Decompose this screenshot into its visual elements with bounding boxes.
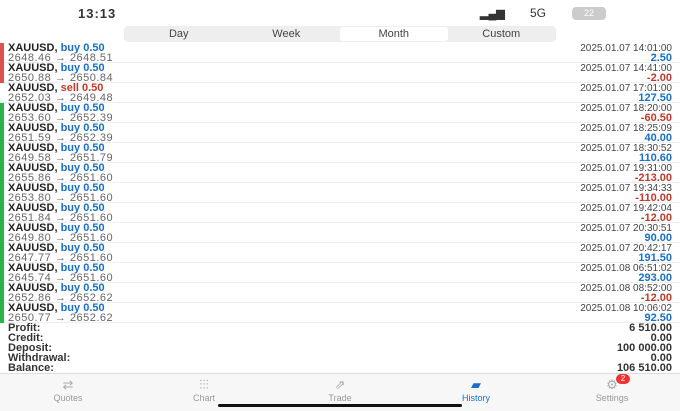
home-indicator (218, 404, 462, 407)
tab-label: Trade (328, 393, 352, 403)
deal-profit: -110.00 (635, 192, 672, 204)
period-week[interactable]: Week (233, 27, 341, 41)
tab-label: Settings (595, 393, 629, 403)
deal-row[interactable]: XAUUSD, buy 0.50 2651.59 → 2652.39 2025.… (0, 123, 680, 144)
summary-row: Balance: 106 510.00 (0, 362, 680, 374)
deal-profit: -213.00 (634, 172, 672, 184)
deal-indicator (0, 63, 4, 83)
period-custom[interactable]: Custom (448, 27, 556, 41)
summary-value: 106 510.00 (616, 362, 672, 374)
deal-row[interactable]: XAUUSD, buy 0.50 2649.80 → 2651.60 2025.… (0, 223, 680, 244)
summary-label: Balance: (8, 362, 54, 374)
deal-profit: 293.00 (638, 272, 672, 284)
deal-profit: -12.00 (640, 292, 672, 304)
tab-settings[interactable]: ⚙ 2 Settings (544, 374, 680, 411)
tab-quotes[interactable]: ⇄ Quotes (0, 374, 136, 411)
deal-profit: 110.60 (638, 152, 672, 164)
summary-row: Credit: 0.00 (0, 333, 680, 344)
deal-indicator (0, 263, 4, 283)
period-day[interactable]: Day (125, 27, 233, 41)
settings-icon: ⚙ (606, 377, 618, 392)
clock: 13:13 (78, 6, 117, 21)
deal-profit: 127.50 (638, 92, 672, 104)
chart-icon: ⫶⫶⫶ (199, 377, 209, 392)
summary-row: Deposit: 100 000.00 (0, 343, 680, 354)
quotes-icon: ⇄ (62, 377, 74, 392)
summary-row: Withdrawal: 0.00 (0, 353, 680, 364)
signal-icon: ▂▄▆ (480, 8, 505, 20)
deal-indicator (0, 103, 4, 123)
tab-label: History (461, 393, 490, 403)
notification-badge: 2 (616, 374, 630, 384)
deal-indicator (0, 163, 4, 183)
deal-profit: -2.00 (646, 72, 672, 84)
deal-indicator (0, 43, 4, 63)
deal-row[interactable]: XAUUSD, buy 0.50 2648.46 → 2648.51 2025.… (0, 43, 680, 64)
period-month[interactable]: Month (340, 27, 448, 41)
deal-profit: 191.50 (638, 252, 672, 264)
deal-profit: 40.00 (644, 132, 672, 144)
deal-row[interactable]: XAUUSD, buy 0.50 2651.84 → 2651.60 2025.… (0, 203, 680, 224)
deal-row[interactable]: XAUUSD, buy 0.50 2655.86 → 2651.60 2025.… (0, 163, 680, 184)
deal-profit: 2.50 (650, 52, 672, 64)
deal-row[interactable]: XAUUSD, buy 0.50 2649.58 → 2651.79 2025.… (0, 143, 680, 164)
deal-indicator (0, 203, 4, 223)
deal-row[interactable]: XAUUSD, buy 0.50 2650.88 → 2650.84 2025.… (0, 63, 680, 84)
deal-row[interactable]: XAUUSD, buy 0.50 2645.74 → 2651.60 2025.… (0, 263, 680, 284)
deal-indicator (0, 223, 4, 243)
deal-indicator (0, 143, 4, 163)
deal-list[interactable]: XAUUSD, buy 0.50 2648.46 → 2648.51 2025.… (0, 43, 680, 324)
deal-row[interactable]: XAUUSD, buy 0.50 2650.77 → 2652.62 2025.… (0, 303, 680, 324)
summary-row: Profit: 6 510.00 (0, 323, 680, 334)
network-type: 5G (530, 6, 547, 20)
deal-profit: 90.00 (644, 232, 672, 244)
deal-indicator (0, 303, 4, 323)
deal-indicator (0, 283, 4, 303)
status-bar: 13:13 ▂▄▆ 5G 22 (0, 0, 680, 26)
deal-row[interactable]: XAUUSD, buy 0.50 2653.80 → 2651.60 2025.… (0, 183, 680, 204)
period-selector[interactable]: Day Week Month Custom (124, 26, 556, 42)
deal-row[interactable]: XAUUSD, buy 0.50 2647.77 → 2651.60 2025.… (0, 243, 680, 264)
tab-label: Chart (192, 393, 215, 403)
battery-icon: 22 (572, 7, 606, 20)
deal-profit: -12.00 (640, 212, 672, 224)
deal-row[interactable]: XAUUSD, sell 0.50 2652.03 → 2649.48 2025… (0, 83, 680, 104)
account-summary: Profit: 6 510.00 Credit: 0.00 Deposit: 100 00… (0, 323, 680, 374)
deal-row[interactable]: XAUUSD, buy 0.50 2653.60 → 2652.39 2025.… (0, 103, 680, 124)
trade-icon: ⇗ (334, 377, 346, 392)
deal-indicator (0, 183, 4, 203)
deal-indicator (0, 243, 4, 263)
deal-profit: -60.50 (640, 112, 672, 124)
deal-indicator (0, 123, 4, 143)
history-icon: ▰ (471, 377, 481, 392)
deal-row[interactable]: XAUUSD, buy 0.50 2652.86 → 2652.62 2025.… (0, 283, 680, 304)
tab-label: Quotes (53, 393, 83, 403)
